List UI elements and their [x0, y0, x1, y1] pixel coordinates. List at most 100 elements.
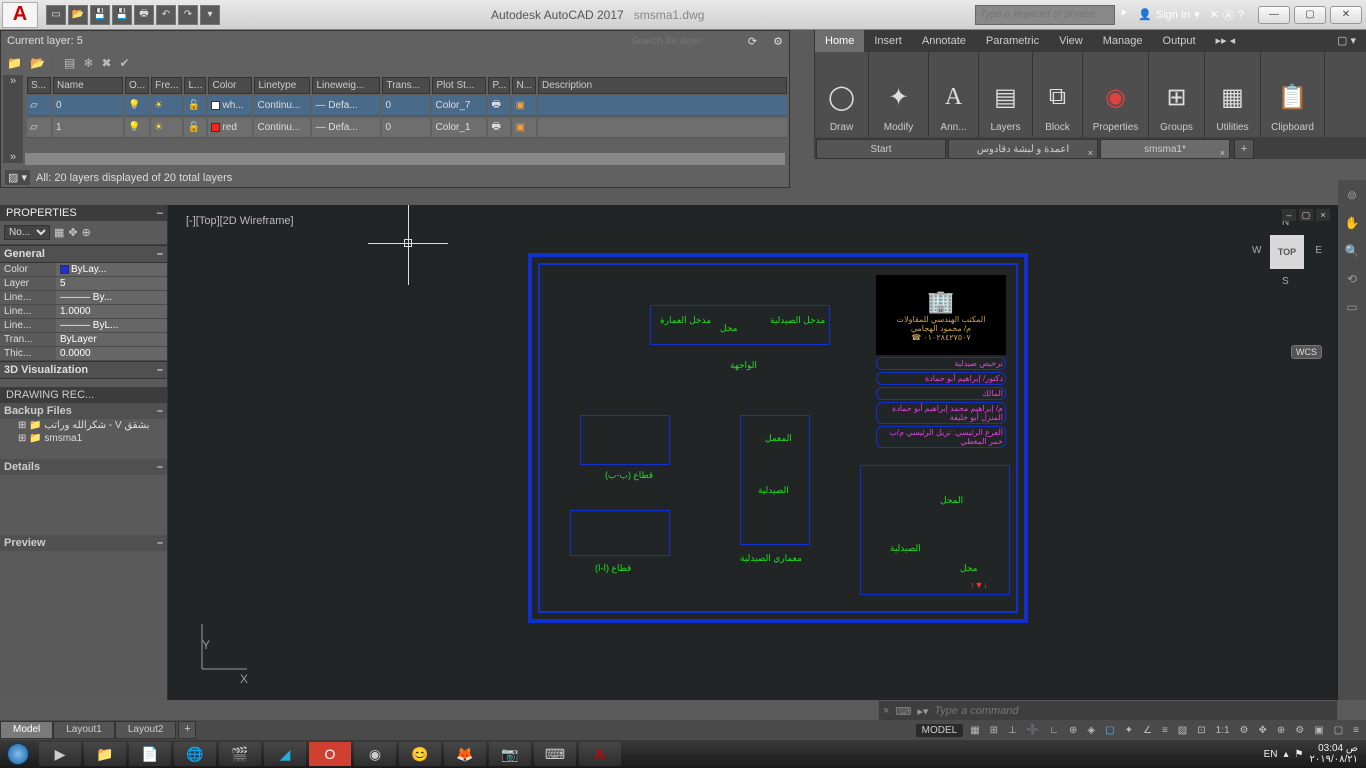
- status-osnap-icon[interactable]: ▢: [1102, 725, 1117, 736]
- layer-new-icon[interactable]: ▤: [64, 56, 75, 70]
- layer-freeze-icon[interactable]: ❄: [83, 56, 93, 70]
- tray-up-icon[interactable]: ▴: [1283, 749, 1288, 760]
- panel-draw[interactable]: ◯Draw: [815, 52, 869, 137]
- viewport-label[interactable]: [-][Top][2D Wireframe]: [186, 215, 294, 227]
- qat-dropdown-icon[interactable]: ▾: [200, 5, 220, 25]
- start-button[interactable]: [0, 740, 36, 768]
- qat-save-icon[interactable]: 💾: [90, 5, 110, 25]
- layer-current-icon[interactable]: ✔: [120, 56, 130, 70]
- col-freeze[interactable]: Fre...: [151, 77, 182, 94]
- doc-tab-add-button[interactable]: +: [1234, 139, 1254, 159]
- status-dyninput-icon[interactable]: ➕: [1024, 725, 1042, 736]
- settings-icon[interactable]: ⚙: [773, 35, 783, 48]
- prop-lscale-value[interactable]: 1.0000: [56, 305, 167, 319]
- col-status[interactable]: S...: [27, 77, 51, 94]
- refresh-icon[interactable]: ⟳: [748, 35, 757, 48]
- layer-scrollbar[interactable]: [25, 153, 785, 165]
- layout-tab-2[interactable]: Layout2: [115, 721, 177, 739]
- layer-row-1[interactable]: ▱1💡☀🔓 red Continu...— Defa...0 Color_1🖶▣: [27, 118, 787, 138]
- panel-clipboard[interactable]: 📋Clipboard: [1261, 52, 1325, 137]
- status-scale[interactable]: 1:1: [1213, 725, 1233, 736]
- doc-tab-start[interactable]: Start: [816, 139, 946, 159]
- minimize-button[interactable]: —: [1258, 6, 1290, 24]
- task-3dsmax[interactable]: ◢: [264, 742, 306, 766]
- nav-orbit-icon[interactable]: ⟲: [1341, 268, 1363, 290]
- signin-caret-icon[interactable]: ⯈: [1119, 8, 1128, 21]
- qat-saveas-icon[interactable]: 💾: [112, 5, 132, 25]
- task-autocad[interactable]: A: [579, 742, 621, 766]
- filter-expand2-icon[interactable]: »: [10, 151, 16, 163]
- layer-delete-icon[interactable]: ✖: [101, 56, 111, 70]
- status-polar-icon[interactable]: ⊕: [1066, 725, 1080, 736]
- task-app2[interactable]: 🎬: [219, 742, 261, 766]
- prop-lweight-value[interactable]: ——— ByL...: [56, 319, 167, 333]
- task-notepad[interactable]: 📄: [129, 742, 171, 766]
- task-mediaplayer[interactable]: ▶: [39, 742, 81, 766]
- tab-home[interactable]: Home: [815, 30, 864, 52]
- palette-close-icon[interactable]: –: [157, 205, 167, 221]
- prop-layer-value[interactable]: 5: [56, 277, 167, 291]
- nav-wheel-icon[interactable]: ⊚: [1341, 184, 1363, 206]
- collapse-icon[interactable]: –: [157, 248, 163, 260]
- task-chrome[interactable]: ◉: [354, 742, 396, 766]
- vp-close-icon[interactable]: ×: [1316, 209, 1330, 221]
- status-gear-icon[interactable]: ⚙: [1237, 725, 1252, 736]
- tab-manage[interactable]: Manage: [1093, 30, 1153, 52]
- task-app5[interactable]: 📷: [489, 742, 531, 766]
- layer-search-input[interactable]: [582, 36, 702, 47]
- a360-icon[interactable]: Ⓐ: [1223, 7, 1234, 23]
- exchange-icon[interactable]: ✕: [1210, 8, 1219, 21]
- task-explorer[interactable]: 📁: [84, 742, 126, 766]
- viewcube-top[interactable]: TOP: [1270, 235, 1304, 269]
- col-plotstyle[interactable]: Plot St...: [432, 77, 486, 94]
- status-model[interactable]: MODEL: [916, 724, 964, 737]
- collapse-icon[interactable]: –: [157, 405, 163, 417]
- nav-pan-icon[interactable]: ✋: [1341, 212, 1363, 234]
- task-app1[interactable]: 🌐: [174, 742, 216, 766]
- status-custom-icon[interactable]: ⊕: [1274, 725, 1288, 736]
- viewcube[interactable]: N S E W TOP: [1252, 217, 1322, 287]
- status-otrack-icon[interactable]: ∠: [1140, 725, 1155, 736]
- command-input[interactable]: [934, 705, 1333, 717]
- folder2-icon[interactable]: 📂: [30, 56, 45, 70]
- tab-output[interactable]: Output: [1153, 30, 1206, 52]
- tab-more-icon[interactable]: ▸▸ ◂: [1206, 30, 1246, 52]
- backup-item-1[interactable]: ⊞ 📁 smsma1: [0, 432, 167, 445]
- task-osk[interactable]: ⌨: [534, 742, 576, 766]
- details-label[interactable]: Details: [4, 461, 40, 473]
- doc-tab-1[interactable]: اعمدة و لبشة دقادوس×: [948, 139, 1098, 159]
- ribbon-collapse-icon[interactable]: ▢ ▾: [1327, 30, 1366, 52]
- col-lineweight[interactable]: Lineweig...: [312, 77, 380, 94]
- panel-layers[interactable]: ▤Layers: [979, 52, 1033, 137]
- tray-clock[interactable]: 03:04 ص ٢٠١٩/٠٨/٢١: [1309, 743, 1358, 765]
- pickadd-icon[interactable]: ⊕: [82, 226, 91, 239]
- task-opera[interactable]: O: [309, 742, 351, 766]
- filter-expand-icon[interactable]: »: [10, 75, 16, 87]
- task-app4[interactable]: 🦊: [444, 742, 486, 766]
- status-monitor-icon[interactable]: ▣: [1311, 725, 1326, 736]
- close-button[interactable]: ✕: [1330, 6, 1362, 24]
- col-trans[interactable]: Trans...: [382, 77, 430, 94]
- wcs-badge[interactable]: WCS: [1291, 345, 1322, 359]
- help-search-input[interactable]: [975, 5, 1115, 25]
- status-workspace-icon[interactable]: ⚙: [1292, 725, 1307, 736]
- status-iso-icon[interactable]: ◈: [1084, 725, 1098, 736]
- layout-add-button[interactable]: +: [178, 721, 196, 739]
- qat-new-icon[interactable]: ▭: [46, 5, 66, 25]
- qat-print-icon[interactable]: 🖶: [134, 5, 154, 25]
- panel-groups[interactable]: ⊞Groups: [1149, 52, 1205, 137]
- vp-maximize-icon[interactable]: ▢: [1299, 209, 1313, 221]
- status-cycling-icon[interactable]: ⊡: [1194, 725, 1208, 736]
- prop-ltype-value[interactable]: ——— By...: [56, 291, 167, 305]
- status-grid-icon[interactable]: ▦: [967, 725, 982, 736]
- collapse-icon[interactable]: –: [157, 364, 163, 376]
- command-line[interactable]: × ⌨ ▸▾: [878, 700, 1338, 722]
- col-newvp[interactable]: N...: [512, 77, 536, 94]
- col-on[interactable]: O...: [125, 77, 149, 94]
- autocad-logo[interactable]: A: [2, 2, 38, 28]
- col-name[interactable]: Name: [53, 77, 123, 94]
- panel-block[interactable]: ⧉Block: [1033, 52, 1083, 137]
- prop-thick-value[interactable]: 0.0000: [56, 347, 167, 361]
- tab-parametric[interactable]: Parametric: [976, 30, 1049, 52]
- qat-undo-icon[interactable]: ↶: [156, 5, 176, 25]
